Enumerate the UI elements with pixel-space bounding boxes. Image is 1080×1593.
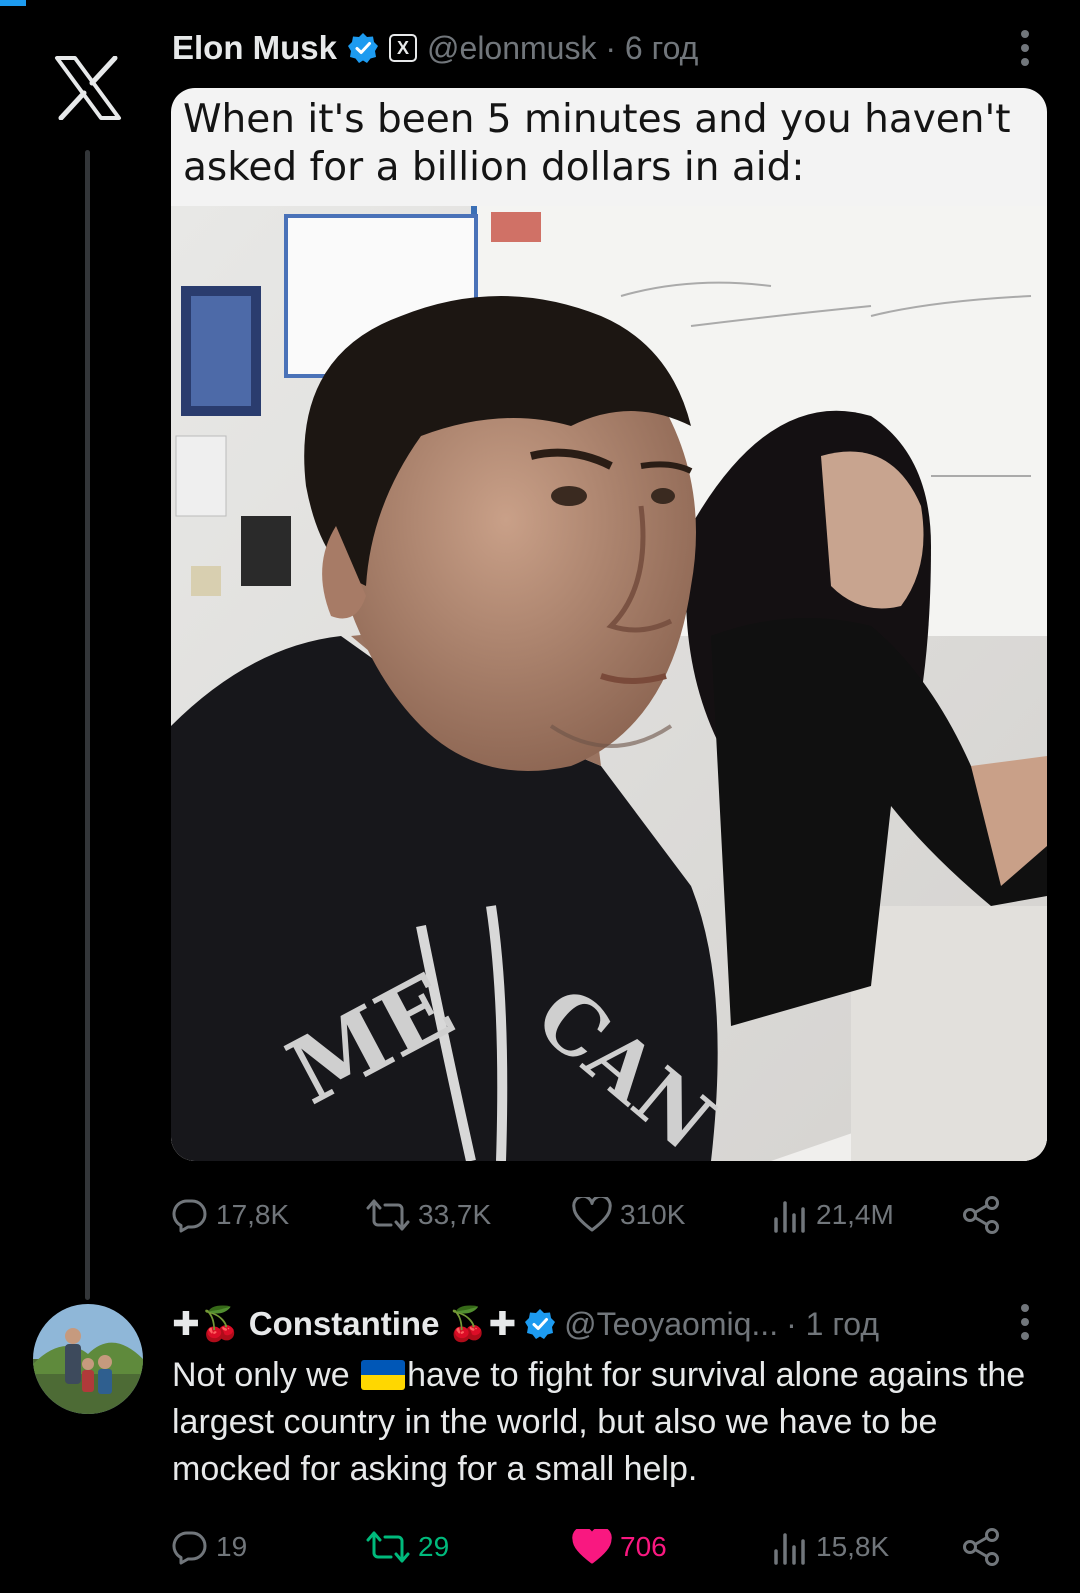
reply-icon <box>172 1199 207 1233</box>
x-logo-avatar[interactable] <box>40 40 136 136</box>
like-icon <box>572 1197 612 1232</box>
reply-text: Not only we have to fight for survival a… <box>172 1352 1042 1493</box>
reply-author-name[interactable]: Constantine <box>249 1305 440 1343</box>
verified-icon <box>348 33 379 63</box>
share-icon <box>963 1528 999 1566</box>
share-icon <box>963 1196 999 1234</box>
reply-action-bar: 19 29 706 15,8K <box>172 1522 1012 1572</box>
reply-like-button[interactable]: 706 <box>572 1529 667 1565</box>
reply-avatar[interactable] <box>33 1304 143 1414</box>
reply-icon <box>172 1531 207 1565</box>
repost-count: 33,7K <box>418 1199 492 1230</box>
author-handle-time[interactable]: @elonmusk · 6 год <box>427 30 698 67</box>
reply-text-start: Not only we <box>172 1356 350 1394</box>
tweet-header: Elon Musk X @elonmusk · 6 год <box>172 28 698 68</box>
reply-name-suffix: 🍒✚ <box>447 1305 517 1342</box>
share-button[interactable] <box>962 1195 1002 1235</box>
x-affiliate-badge: X <box>389 34 418 62</box>
repost-button[interactable]: 33,7K <box>366 1197 491 1233</box>
reply-share-button[interactable] <box>962 1527 1002 1567</box>
reply-name-prefix: ✚🍒 <box>172 1305 241 1342</box>
more-icon[interactable] <box>1020 30 1030 66</box>
reply-count: 17,8K <box>216 1199 290 1230</box>
like-count: 310K <box>620 1199 686 1230</box>
views-button[interactable]: 21,4M <box>772 1197 894 1233</box>
like-button[interactable]: 310K <box>572 1197 685 1233</box>
reply-button[interactable]: 17,8K <box>172 1197 289 1233</box>
thread-line <box>85 150 90 1300</box>
x-logo-icon <box>55 56 121 120</box>
ukraine-flag-icon <box>361 1360 406 1390</box>
repost-icon <box>366 1531 410 1563</box>
reply-author-handle[interactable]: @Teoyaomiq... <box>564 1306 778 1343</box>
reply-time: · 1 год <box>786 1305 880 1342</box>
reply-reply-count: 19 <box>216 1531 248 1562</box>
views-count: 21,4M <box>816 1199 894 1230</box>
reply-repost-button[interactable]: 29 <box>366 1529 449 1565</box>
reply-repost-count: 29 <box>418 1531 450 1562</box>
views-icon <box>774 1201 805 1233</box>
reply-avatar-photo <box>33 1304 143 1414</box>
tweet-media[interactable]: When it's been 5 minutes and you haven't… <box>171 88 1047 1161</box>
meme-photo: ME CAN <box>171 206 1047 1161</box>
meme-caption: When it's been 5 minutes and you haven't… <box>183 97 1011 190</box>
verified-icon <box>525 1309 556 1339</box>
reply-views-count: 15,8K <box>816 1531 890 1562</box>
reply-more-icon[interactable] <box>1020 1304 1030 1340</box>
reply-header: ✚🍒 Constantine 🍒✚ @Teoyaomiq... · 1 год <box>172 1302 879 1346</box>
like-icon <box>572 1529 612 1564</box>
repost-icon <box>366 1199 410 1231</box>
tweet-action-bar: 17,8K 33,7K 310K 21,4M <box>172 1190 1012 1240</box>
views-icon <box>774 1533 805 1565</box>
reply-like-count: 706 <box>620 1531 667 1562</box>
reply-views-button[interactable]: 15,8K <box>772 1529 889 1565</box>
author-name[interactable]: Elon Musk <box>172 29 337 67</box>
top-accent-bar <box>0 0 26 6</box>
reply-reply-button[interactable]: 19 <box>172 1529 247 1565</box>
